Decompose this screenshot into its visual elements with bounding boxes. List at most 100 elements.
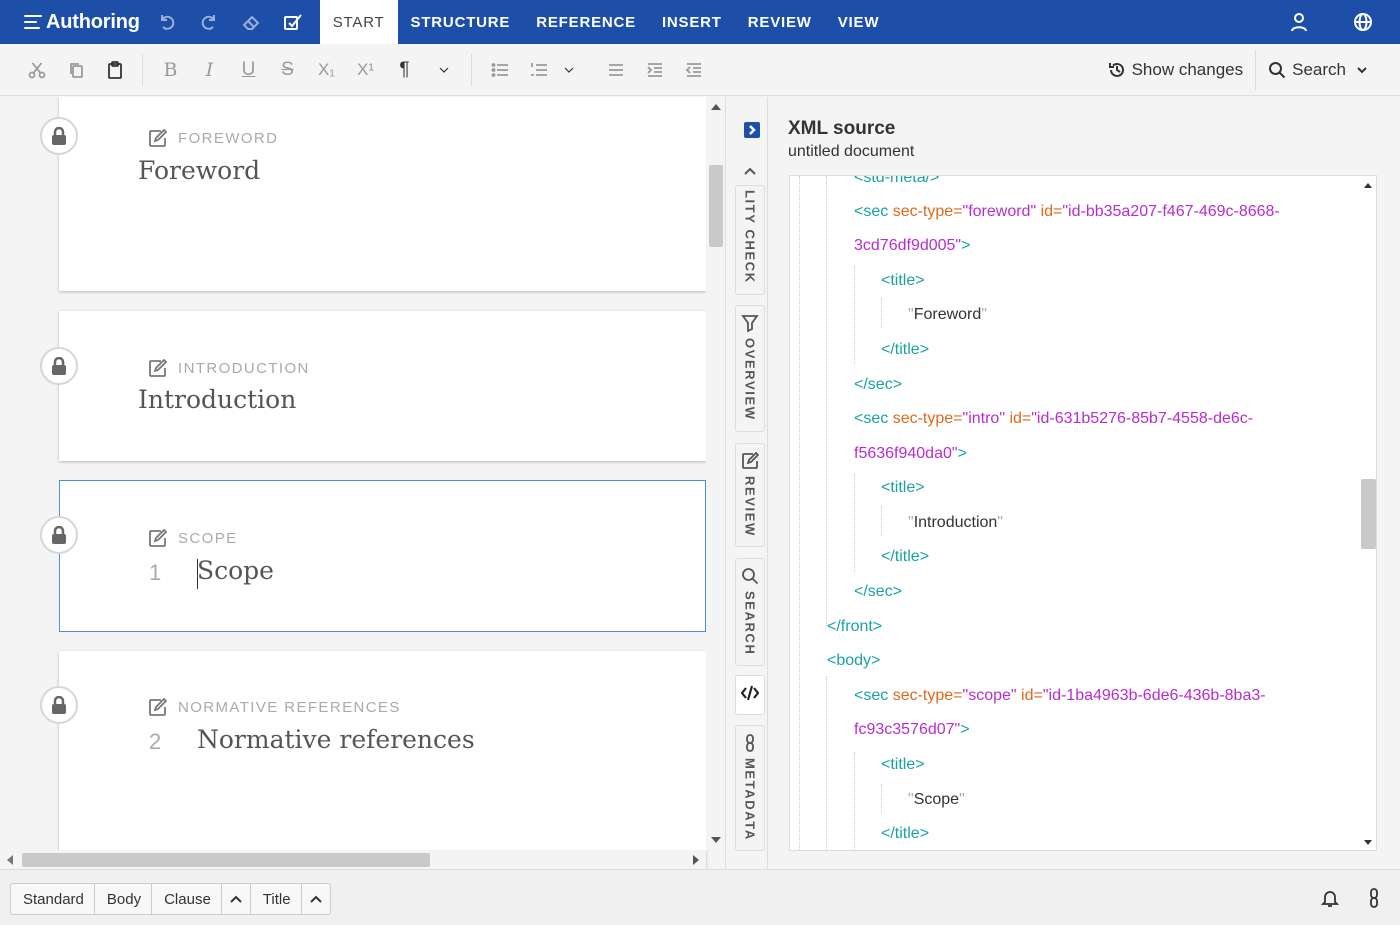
- scroll-right-arrow[interactable]: [693, 855, 699, 865]
- xml-line: <std-meta/>: [854, 175, 940, 186]
- bell-icon[interactable]: [1320, 888, 1340, 908]
- section-card-scope[interactable]: [59, 480, 706, 632]
- tab-quality-check-label: LITY CHECK: [742, 190, 758, 284]
- section-title[interactable]: Introduction: [138, 385, 296, 414]
- tab-review-panel[interactable]: REVIEW: [735, 443, 765, 547]
- breadcrumb: Standard Body Clause Title: [10, 883, 331, 915]
- breadcrumb-item[interactable]: Standard: [11, 884, 95, 914]
- xml-vertical-scrollbar[interactable]: [1359, 176, 1376, 850]
- section-title[interactable]: Scope: [197, 556, 274, 585]
- tab-insert[interactable]: INSERT: [649, 0, 735, 44]
- formatting-toolbar: B I U S X₁ X¹ ¶ Show changes Search: [0, 44, 1400, 96]
- link-icon[interactable]: [1364, 888, 1384, 908]
- scroll-up-arrow[interactable]: [1364, 183, 1372, 188]
- bullet-list-icon[interactable]: [480, 52, 519, 88]
- cut-icon[interactable]: [17, 52, 56, 88]
- edit-icon: [742, 452, 759, 469]
- lock-icon[interactable]: [40, 686, 78, 724]
- app-title: Authoring: [46, 10, 140, 33]
- chevron-up-icon: [230, 895, 242, 903]
- collapse-panel-button[interactable]: [744, 122, 760, 138]
- lock-icon[interactable]: [40, 117, 78, 155]
- tab-structure[interactable]: STRUCTURE: [398, 0, 524, 44]
- section-title[interactable]: Normative references: [197, 725, 475, 754]
- tab-quality-check[interactable]: LITY CHECK: [735, 185, 765, 295]
- tab-search-label: SEARCH: [742, 591, 758, 656]
- indent-guide: [826, 176, 827, 626]
- numbered-list-icon[interactable]: [519, 52, 558, 88]
- indent-guide: [881, 784, 882, 814]
- breadcrumb-item[interactable]: Body: [95, 884, 153, 914]
- redo-icon[interactable]: [194, 7, 224, 37]
- subscript-button[interactable]: X₁: [307, 52, 346, 88]
- breadcrumb-expand-button[interactable]: [302, 884, 330, 914]
- scroll-down-arrow[interactable]: [1364, 840, 1372, 845]
- paste-icon[interactable]: [95, 52, 134, 88]
- document-editor[interactable]: FOREWORD Foreword INTRODUCTION Introduct…: [0, 97, 725, 869]
- tab-xml-source[interactable]: [735, 675, 765, 715]
- undo-icon[interactable]: [152, 7, 182, 37]
- tab-view[interactable]: VIEW: [825, 0, 893, 44]
- xml-line: </front>: [827, 618, 883, 635]
- pilcrow-button[interactable]: ¶: [385, 52, 424, 88]
- xml-line: 3cd76df9d005">: [854, 237, 971, 254]
- tab-overview[interactable]: OVERVIEW: [735, 305, 765, 432]
- indent-guide: [826, 676, 827, 850]
- editor-vertical-scrollbar[interactable]: [706, 97, 725, 850]
- globe-icon[interactable]: [1348, 7, 1378, 37]
- align-icon[interactable]: [596, 52, 635, 88]
- scroll-thumb[interactable]: [1361, 479, 1376, 549]
- tab-search-panel[interactable]: SEARCH: [735, 558, 765, 666]
- italic-button[interactable]: I: [190, 52, 229, 88]
- link-icon: [746, 734, 754, 752]
- user-icon[interactable]: [1284, 7, 1314, 37]
- tab-reference[interactable]: REFERENCE: [523, 0, 649, 44]
- scroll-up-arrow[interactable]: [711, 104, 721, 110]
- section-number: 2: [149, 729, 162, 754]
- edit-icon[interactable]: [148, 698, 167, 717]
- filter-icon: [741, 315, 759, 332]
- section-card-normative-references[interactable]: [59, 651, 706, 869]
- chevron-down-icon[interactable]: [558, 52, 580, 88]
- toolbar-divider: [142, 53, 143, 86]
- section-title[interactable]: Foreword: [138, 156, 260, 185]
- scroll-thumb[interactable]: [709, 165, 723, 247]
- xml-line: f5636f940da0">: [854, 445, 967, 462]
- section-card-foreword[interactable]: [59, 97, 706, 291]
- xml-source-view[interactable]: <std-meta/> <sec sec-type="foreword" id=…: [789, 175, 1377, 851]
- show-changes-button[interactable]: Show changes: [1096, 50, 1256, 90]
- breadcrumb-item[interactable]: Clause: [152, 884, 222, 914]
- edit-icon[interactable]: [148, 359, 167, 378]
- side-tab-strip: LITY CHECK OVERVIEW REVIEW SEARCH METADA…: [725, 97, 768, 869]
- underline-button[interactable]: U: [229, 52, 268, 88]
- chevron-down-icon[interactable]: [424, 52, 463, 88]
- validate-icon[interactable]: [278, 7, 308, 37]
- breadcrumb-item[interactable]: Title: [251, 884, 302, 914]
- section-type-label: INTRODUCTION: [148, 359, 310, 378]
- lock-icon[interactable]: [40, 347, 78, 385]
- bold-button[interactable]: B: [151, 52, 190, 88]
- scroll-down-arrow[interactable]: [711, 837, 721, 843]
- scroll-left-arrow[interactable]: [7, 855, 13, 865]
- tab-metadata[interactable]: METADATA: [735, 725, 765, 851]
- strikethrough-button[interactable]: S: [268, 52, 307, 88]
- indent-guide: [881, 506, 882, 536]
- indent-guide: [881, 298, 882, 328]
- app-menu-button[interactable]: Authoring: [0, 0, 140, 44]
- edit-icon[interactable]: [148, 129, 167, 148]
- indent-icon[interactable]: [635, 52, 674, 88]
- editor-horizontal-scrollbar[interactable]: [0, 850, 706, 869]
- tab-review[interactable]: REVIEW: [735, 0, 825, 44]
- superscript-button[interactable]: X¹: [346, 52, 385, 88]
- copy-icon[interactable]: [56, 52, 95, 88]
- lock-icon[interactable]: [40, 516, 78, 554]
- search-dropdown-button[interactable]: Search: [1256, 50, 1380, 90]
- xml-line: </title>: [881, 341, 930, 358]
- edit-icon[interactable]: [148, 529, 167, 548]
- chevron-up-icon[interactable]: [743, 163, 757, 175]
- eraser-icon[interactable]: [236, 7, 266, 37]
- tab-start[interactable]: START: [319, 0, 398, 44]
- breadcrumb-expand-button[interactable]: [222, 884, 251, 914]
- scroll-thumb[interactable]: [22, 853, 430, 867]
- outdent-icon[interactable]: [674, 52, 713, 88]
